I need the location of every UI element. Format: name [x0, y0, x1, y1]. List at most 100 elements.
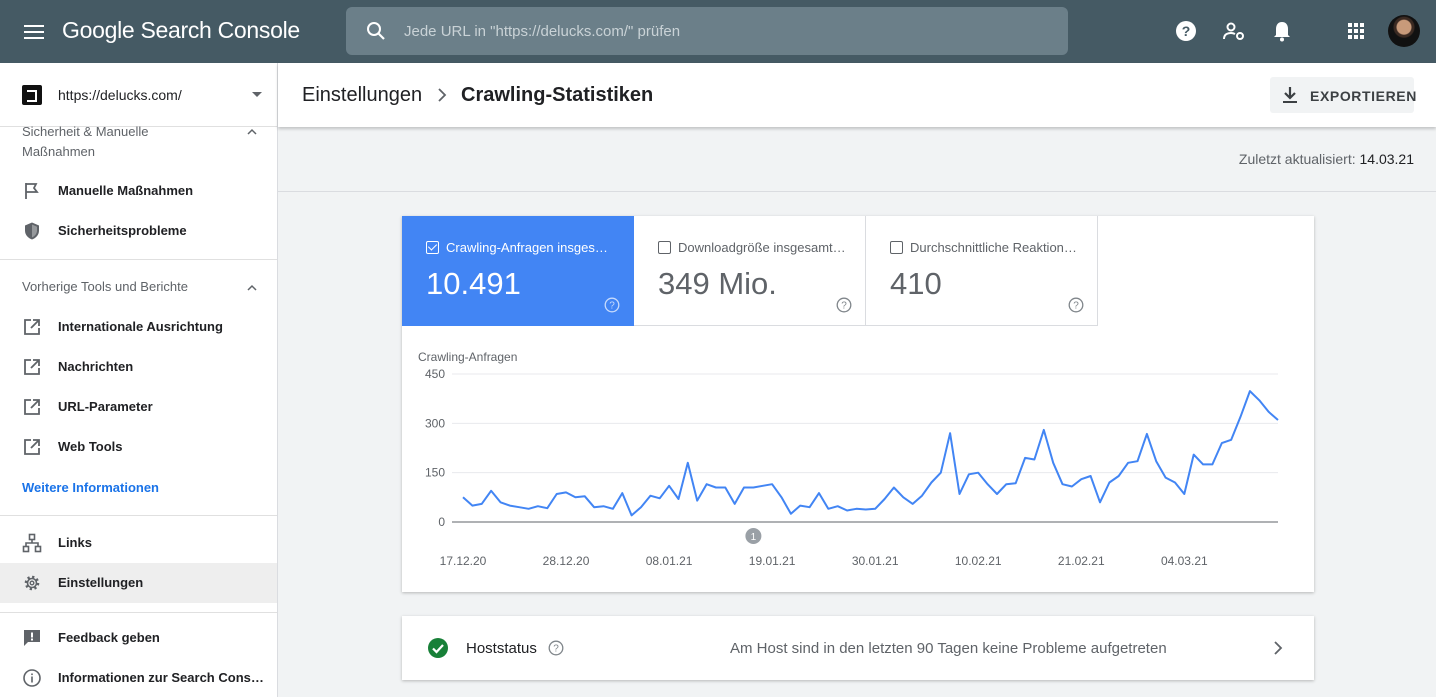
help-circle-icon[interactable]: ?: [548, 640, 564, 656]
series-line-crawl-requests[interactable]: [462, 390, 1279, 517]
last-updated-date: 14.03.21: [1359, 151, 1415, 167]
metric-average-response-time[interactable]: Durchschnittliche Reaktion… 410 ?: [866, 216, 1098, 326]
shield-icon: [25, 222, 39, 240]
x-tick-label: 08.01.21: [646, 554, 693, 568]
sidebar-divider: [0, 612, 277, 613]
metric-label: Downloadgröße insgesamt…: [678, 240, 846, 255]
sidebar-item-settings[interactable]: Einstellungen: [0, 563, 277, 603]
external-link-icon: [24, 399, 40, 415]
metric-value: 349 Mio.: [658, 266, 777, 301]
sidebar-item-international-targeting[interactable]: Internationale Ausrichtung: [0, 307, 277, 347]
sidebar-item-about[interactable]: Informationen zur Search Cons…: [0, 658, 277, 697]
y-tick-label: 300: [425, 416, 445, 430]
export-button[interactable]: EXPORTIEREN: [1270, 77, 1416, 113]
y-tick-label: 0: [438, 515, 445, 529]
flag-icon: [25, 183, 39, 199]
more-info-link[interactable]: Weitere Informationen: [22, 480, 159, 495]
metric-checkbox[interactable]: [658, 241, 671, 254]
x-tick-label: 21.02.21: [1058, 554, 1105, 568]
x-tick-label: 28.12.20: [543, 554, 590, 568]
section-legacy-header[interactable]: Vorherige Tools und Berichte: [22, 277, 188, 297]
property-selector[interactable]: https://delucks.com/: [0, 63, 277, 127]
last-updated: Zuletzt aktualisiert: 14.03.21: [1120, 151, 1414, 167]
search-input[interactable]: [404, 7, 1044, 55]
top-app-bar: Google Search Console ?: [0, 0, 1436, 63]
svg-text:?: ?: [553, 644, 559, 655]
host-status-card[interactable]: Hoststatus ? Am Host sind in den letzten…: [402, 616, 1314, 680]
help-circle-icon[interactable]: ?: [1068, 297, 1084, 313]
breadcrumb-parent[interactable]: Einstellungen: [302, 84, 422, 107]
external-link-icon: [24, 359, 40, 375]
help-icon[interactable]: ?: [1174, 19, 1198, 43]
host-status-message: Am Host sind in den letzten 90 Tagen kei…: [730, 640, 1167, 657]
section-security-header[interactable]: Sicherheit & Manuelle Maßnahmen: [22, 122, 172, 162]
url-inspection-search[interactable]: [346, 7, 1068, 55]
sidebar-item-label: Web Tools: [58, 439, 123, 454]
sidebar-item-label: URL-Parameter: [58, 399, 153, 414]
svg-text:?: ?: [1182, 23, 1191, 39]
help-circle-icon[interactable]: ?: [604, 297, 620, 313]
metric-total-download-size[interactable]: Downloadgröße insgesamt… 349 Mio. ?: [634, 216, 866, 326]
metric-checkbox[interactable]: [426, 241, 439, 254]
sidebar: https://delucks.com/ Sicherheit & Manuel…: [0, 63, 278, 697]
page-header: Einstellungen Crawling-Statistiken EXPOR…: [278, 63, 1436, 127]
chevron-up-icon[interactable]: [246, 126, 258, 138]
feedback-icon: [24, 630, 40, 646]
sidebar-item-security-issues[interactable]: Sicherheitsprobleme: [0, 211, 277, 251]
sidebar-item-label: Internationale Ausrichtung: [58, 319, 223, 334]
host-status-title: Hoststatus: [466, 640, 537, 657]
y-tick-label: 450: [425, 367, 445, 381]
svg-text:?: ?: [841, 301, 847, 312]
metric-label: Durchschnittliche Reaktion…: [910, 240, 1077, 255]
metric-total-crawl-requests[interactable]: Crawling-Anfragen insgesa… 10.491 ?: [402, 216, 634, 326]
x-tick-label: 17.12.20: [440, 554, 487, 568]
search-icon: [367, 22, 385, 40]
chevron-right-icon: [1274, 641, 1283, 655]
last-updated-label: Zuletzt aktualisiert:: [1238, 151, 1356, 167]
gear-icon: [24, 575, 40, 591]
manage-users-icon[interactable]: [1222, 19, 1246, 43]
chevron-up-icon[interactable]: [246, 282, 258, 294]
check-circle-icon: [428, 638, 448, 658]
chevron-right-icon: [438, 88, 447, 102]
property-url: https://delucks.com/: [58, 87, 182, 103]
sidebar-item-manual-actions[interactable]: Manuelle Maßnahmen: [0, 171, 277, 211]
help-circle-icon[interactable]: ?: [836, 297, 852, 313]
sitemap-icon: [22, 533, 42, 553]
sidebar-item-messages[interactable]: Nachrichten: [0, 347, 277, 387]
chevron-down-icon: [252, 92, 262, 97]
metric-label: Crawling-Anfragen insgesa…: [446, 240, 614, 255]
x-tick-label: 30.01.21: [852, 554, 899, 568]
sidebar-item-label: Manuelle Maßnahmen: [58, 183, 194, 198]
sidebar-item-links[interactable]: Links: [0, 523, 277, 563]
page-title: Crawling-Statistiken: [461, 84, 654, 106]
apps-icon[interactable]: [1344, 19, 1368, 43]
annotation-label: 1: [751, 532, 757, 543]
y-tick-label: 150: [425, 466, 445, 480]
download-icon: [1283, 87, 1297, 103]
menu-icon[interactable]: [22, 20, 46, 44]
sidebar-item-url-parameters[interactable]: URL-Parameter: [0, 387, 277, 427]
sidebar-item-label: Links: [58, 535, 92, 550]
sidebar-divider: [0, 515, 277, 516]
sidebar-item-label: Sicherheitsprobleme: [58, 223, 187, 238]
property-logo-icon: [22, 85, 42, 105]
crawl-stats-card: Crawling-Anfragen insgesa… 10.491 ? Down…: [402, 216, 1314, 592]
sidebar-divider: [0, 259, 277, 260]
sidebar-item-feedback[interactable]: Feedback geben: [0, 618, 277, 658]
avatar[interactable]: [1388, 15, 1420, 47]
crawl-requests-chart[interactable]: 0 150 300 450 17.12.20 28.12.20 08.01.21 19.01.…: [402, 356, 1314, 592]
sidebar-item-label: Informationen zur Search Cons…: [58, 670, 264, 685]
sidebar-item-label: Einstellungen: [58, 575, 144, 590]
notifications-icon[interactable]: [1270, 19, 1294, 43]
sidebar-item-web-tools[interactable]: Web Tools: [0, 427, 277, 467]
metric-checkbox[interactable]: [890, 241, 903, 254]
svg-text:?: ?: [1073, 301, 1079, 312]
product-logo[interactable]: Google Search Console: [62, 17, 300, 44]
content-divider: [278, 191, 1436, 192]
info-icon: [23, 669, 41, 687]
x-tick-label: 19.01.21: [749, 554, 796, 568]
external-link-icon: [24, 439, 40, 455]
metric-value: 10.491: [426, 266, 521, 301]
external-link-icon: [24, 319, 40, 335]
